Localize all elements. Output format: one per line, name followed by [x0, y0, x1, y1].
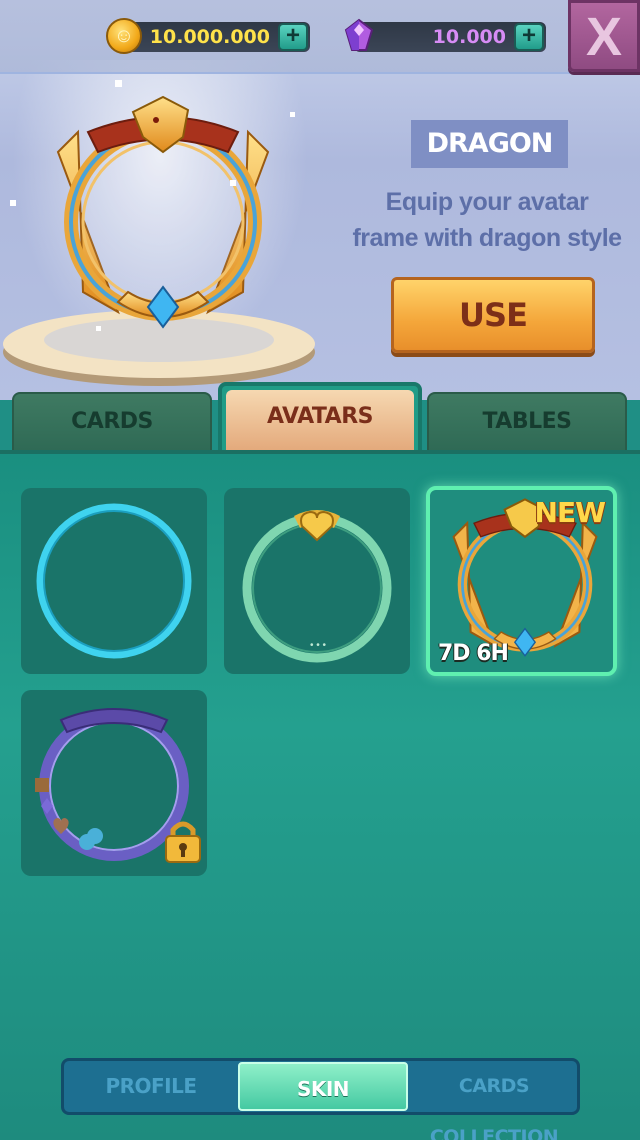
- coin-icon: ☺: [106, 18, 142, 54]
- sparkle: [230, 180, 236, 186]
- cyan-ring-icon: [36, 503, 192, 659]
- bottom-nav: PROFILE SKIN CARDS COLLECTION: [61, 1058, 580, 1140]
- tab-tables-label: TABLES: [482, 409, 573, 434]
- sparkle: [96, 326, 101, 331]
- tab-avatars[interactable]: AVATARS: [218, 382, 422, 452]
- lock-icon: [165, 821, 201, 863]
- use-button[interactable]: USE: [391, 277, 595, 353]
- add-coins-button[interactable]: +: [278, 23, 308, 51]
- coin-counter: ☺ 10.000.000 +: [106, 18, 310, 54]
- nav-cards-collection[interactable]: CARDS COLLECTION: [408, 1061, 580, 1140]
- frame-slot-suits-ring[interactable]: [21, 690, 207, 876]
- top-bar: ☺ 10.000.000 + 10.000 + X: [0, 0, 640, 74]
- add-gems-button[interactable]: +: [514, 23, 544, 51]
- tab-cards[interactable]: CARDS: [12, 392, 212, 450]
- dragon-frame-preview: [56, 95, 270, 329]
- new-badge: NEW: [534, 496, 606, 529]
- heart-ring-icon: • • •: [242, 510, 392, 663]
- sparkle: [115, 80, 122, 87]
- tab-tables[interactable]: TABLES: [427, 392, 627, 450]
- gem-icon: [344, 18, 374, 51]
- nav-profile[interactable]: PROFILE: [64, 1061, 238, 1112]
- frame-slot-cyan-ring[interactable]: [21, 488, 207, 674]
- sparkle: [290, 112, 295, 117]
- frame-slot-dragon-ring[interactable]: NEW 7D 6H: [426, 486, 617, 676]
- expiry-timer: 7D 6H: [438, 641, 509, 666]
- coin-value: 10.000.000: [149, 26, 270, 48]
- tab-cards-label: CARDS: [71, 409, 153, 434]
- tab-avatars-label: AVATARS: [267, 404, 374, 429]
- svg-text:• • •: • • •: [310, 640, 327, 651]
- sparkle: [10, 200, 16, 206]
- close-button[interactable]: X: [568, 0, 640, 72]
- gem-value: 10.000: [432, 26, 506, 48]
- close-icon: X: [585, 7, 623, 67]
- avatar-frame-grid: • • • NEW 7D 6H: [0, 450, 640, 1140]
- item-description: Equip your avatar frame with dragon styl…: [352, 188, 622, 252]
- gem-counter: 10.000 +: [344, 18, 546, 52]
- nav-skin[interactable]: SKIN: [238, 1062, 408, 1111]
- use-button-label: USE: [459, 296, 528, 334]
- frame-slot-heart-ring[interactable]: • • •: [224, 488, 410, 674]
- item-title: DRAGON: [411, 120, 568, 168]
